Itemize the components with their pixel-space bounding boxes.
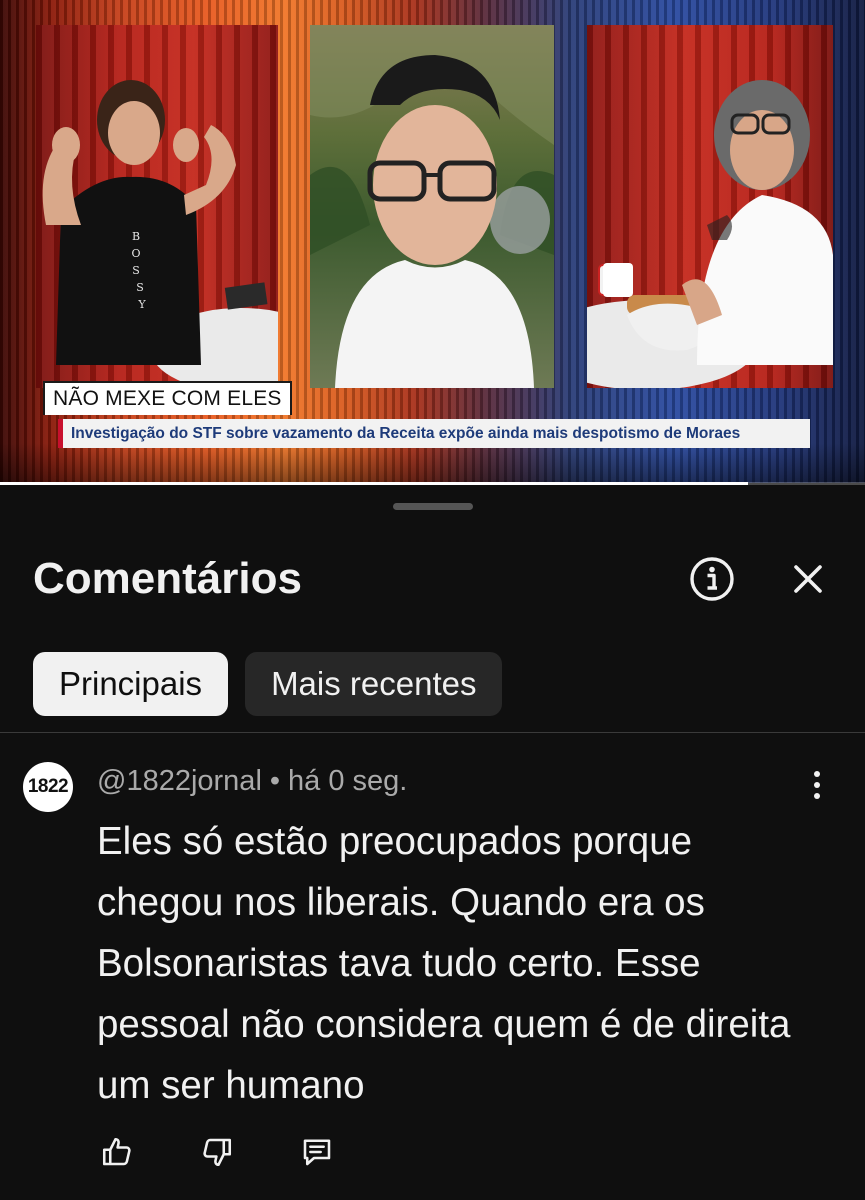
reply-icon (303, 1139, 331, 1166)
chip-principais[interactable]: Principais (33, 652, 229, 716)
presenter-right-figure (587, 80, 833, 388)
comment-actions (90, 1125, 344, 1179)
svg-text:S: S (136, 281, 144, 294)
studio-floor-shadow (0, 443, 865, 483)
svg-text:B: B (132, 230, 140, 243)
svg-text:O: O (131, 247, 140, 260)
news-tag-label: NÃO MEXE COM ELES (43, 381, 292, 415)
avatar[interactable]: 1822 (23, 762, 73, 812)
more-icon-dot (814, 782, 820, 788)
comment-author[interactable]: @1822jornal (97, 765, 262, 797)
more-icon (814, 771, 820, 777)
like-icon (102, 1137, 131, 1166)
comment-text: Eles só estão preocupados porque chegou … (97, 820, 791, 1107)
like-button[interactable] (90, 1125, 144, 1179)
info-icon (690, 557, 734, 601)
news-headline: Investigação do STF sobre vazamento da R… (58, 419, 810, 448)
comments-sheet: Comentários Principais Mais recentes 182… (0, 485, 865, 1200)
comments-title: Comentários (33, 554, 302, 603)
video-panel-center (310, 25, 554, 388)
info-button[interactable] (685, 552, 739, 606)
close-icon (794, 565, 822, 593)
close-button[interactable] (781, 552, 835, 606)
video-player[interactable]: B O S S Y NÃO MEXE COM ELES Investigação… (0, 0, 865, 483)
presenter-left-figure: B O S S Y (42, 80, 278, 388)
guest-center-figure (310, 25, 554, 388)
sort-chips: Principais Mais recentes (33, 652, 503, 716)
comment-timestamp: há 0 seg. (288, 765, 408, 797)
svg-text:Y: Y (137, 298, 146, 311)
chip-mais-recentes[interactable]: Mais recentes (245, 652, 503, 716)
divider (0, 732, 865, 733)
comment-meta: @1822jornal • há 0 seg. (97, 761, 407, 801)
video-panel-right (587, 25, 833, 388)
meta-separator: • (269, 765, 281, 797)
video-panel-left: B O S S Y (36, 25, 278, 388)
svg-text:S: S (132, 264, 140, 277)
drag-handle[interactable] (393, 503, 473, 510)
reply-button[interactable] (290, 1125, 344, 1179)
more-icon-dot (814, 793, 820, 799)
dislike-button[interactable] (190, 1125, 244, 1179)
dislike-icon (203, 1138, 232, 1167)
more-options-button[interactable] (800, 765, 834, 805)
